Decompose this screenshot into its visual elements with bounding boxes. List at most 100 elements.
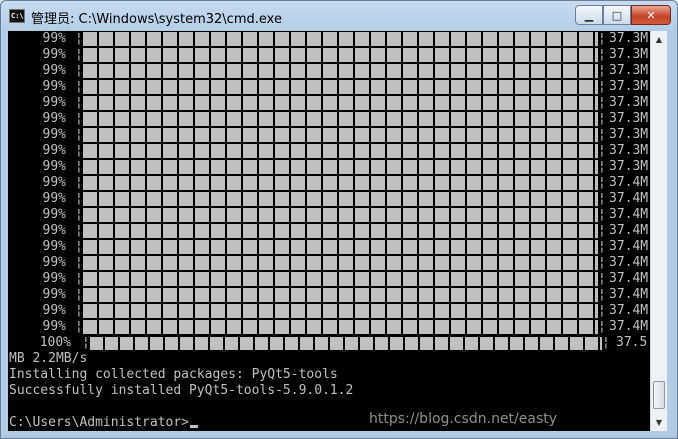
progress-left-separator: ¦ [75,303,83,318]
progress-row: 99% ¦ ¦ 37.3M [8,159,650,175]
progress-right-separator: ¦ [598,239,606,254]
progress-percent: 99% [42,255,66,270]
console-line-text: Successfully installed PyQt5-tools-5.9.0… [9,383,354,398]
progress-bar [83,240,598,254]
cmd-app-icon[interactable]: C:\ [9,9,25,23]
progress-bar [83,80,598,94]
progress-row: 99% ¦ ¦ 37.4M [8,175,650,191]
title-bar[interactable]: C:\ 管理员: C:\Windows\system32\cmd.exe ▁ □… [1,1,677,31]
progress-right-separator: ¦ [598,159,606,174]
progress-row: 99% ¦ ¦ 37.3M [8,79,650,95]
progress-bar [83,192,598,206]
progress-left-separator: ¦ [75,47,83,62]
progress-size: 37.4M [609,207,649,222]
progress-percent: 99% [42,271,66,286]
progress-size: 37.3M [609,127,649,142]
progress-left-separator: ¦ [75,79,83,94]
progress-right-separator: ¦ [598,319,606,334]
progress-row: 99% ¦ ¦ 37.4M [8,271,650,287]
progress-percent: 99% [42,95,66,110]
vertical-scrollbar[interactable]: ▲ ▼ [650,31,667,431]
progress-row: 99% ¦ ¦ 37.3M [8,127,650,143]
progress-size: 37.3M [609,143,649,158]
progress-bar [83,208,598,222]
progress-right-separator: ¦ [598,303,606,318]
text-cursor [190,425,199,428]
console-output[interactable]: 99% ¦ ¦ 37.3M 99% ¦ ¦ 37.3M 99% ¦ ¦ 37.3M 99% ¦ ¦ 37.3M… [8,31,650,431]
progress-size: 37.4M [609,175,649,190]
progress-percent: 99% [42,31,66,46]
progress-percent: 99% [42,111,66,126]
progress-left-separator: ¦ [75,159,83,174]
progress-bar [90,337,602,350]
progress-bar [83,272,598,286]
progress-right-separator: ¦ [598,47,606,62]
progress-percent: 99% [42,127,66,142]
progress-row-complete: 100% ¦ ¦ 37.5 [8,335,650,351]
progress-right-separator: ¦ [598,143,606,158]
progress-right-separator: ¦ [602,335,610,350]
progress-bar [83,144,598,158]
console-line: MB 2.2MB/s [9,351,87,367]
progress-size: 37.3M [609,79,649,94]
scroll-down-arrow-icon[interactable]: ▼ [651,414,667,431]
progress-row: 99% ¦ ¦ 37.3M [8,47,650,63]
prompt-text: C:\Users\Administrator> [9,415,190,430]
progress-row: 99% ¦ ¦ 37.4M [8,255,650,271]
progress-right-separator: ¦ [598,271,606,286]
minimize-button[interactable]: ▁ [575,5,603,25]
progress-left-separator: ¦ [75,191,83,206]
close-button[interactable]: ✕ [631,5,671,25]
progress-bar [83,48,598,62]
progress-right-separator: ¦ [598,287,606,302]
progress-left-separator: ¦ [75,95,83,110]
progress-size: 37.4M [609,271,649,286]
progress-percent: 99% [42,303,66,318]
window-controls: ▁ □ ✕ [575,5,671,27]
progress-percent: 99% [42,47,66,62]
window-title: 管理员: C:\Windows\system32\cmd.exe [31,12,282,27]
progress-bar [83,96,598,110]
progress-row: 99% ¦ ¦ 37.4M [8,287,650,303]
progress-row: 99% ¦ ¦ 37.4M [8,223,650,239]
progress-row: 99% ¦ ¦ 37.4M [8,319,650,335]
progress-left-separator: ¦ [75,271,83,286]
progress-left-separator: ¦ [75,127,83,142]
progress-right-separator: ¦ [598,207,606,222]
progress-right-separator: ¦ [598,31,606,46]
progress-size: 37.5 [616,335,648,350]
progress-row: 99% ¦ ¦ 37.4M [8,207,650,223]
progress-left-separator: ¦ [75,287,83,302]
progress-percent: 99% [42,159,66,174]
scroll-up-arrow-icon[interactable]: ▲ [651,31,667,48]
progress-row: 99% ¦ ¦ 37.3M [8,63,650,79]
progress-bar [83,256,598,270]
progress-size: 37.3M [609,47,649,62]
progress-size: 37.3M [609,111,649,126]
progress-percent: 99% [42,287,66,302]
progress-row: 99% ¦ ¦ 37.4M [8,191,650,207]
progress-row: 99% ¦ ¦ 37.4M [8,303,650,319]
progress-percent: 99% [42,79,66,94]
progress-left-separator: ¦ [75,175,83,190]
progress-percent: 99% [42,143,66,158]
progress-row: 99% ¦ ¦ 37.3M [8,95,650,111]
progress-right-separator: ¦ [598,79,606,94]
progress-size: 37.4M [609,255,649,270]
progress-row: 99% ¦ ¦ 37.3M [8,31,650,47]
maximize-button[interactable]: □ [603,5,631,25]
progress-left-separator: ¦ [75,143,83,158]
command-prompt[interactable]: C:\Users\Administrator> [9,415,199,431]
console-line: Successfully installed PyQt5-tools-5.9.0… [9,383,353,399]
progress-left-separator: ¦ [82,335,90,350]
scrollbar-thumb[interactable] [653,381,665,409]
progress-left-separator: ¦ [75,111,83,126]
progress-bar [83,112,598,126]
progress-left-separator: ¦ [75,63,83,78]
progress-percent: 99% [42,63,66,78]
cmd-window: C:\ 管理员: C:\Windows\system32\cmd.exe ▁ □… [0,0,678,439]
window-bottom-frame [1,431,677,438]
progress-left-separator: ¦ [75,255,83,270]
progress-left-separator: ¦ [75,223,83,238]
progress-percent: 99% [42,239,66,254]
